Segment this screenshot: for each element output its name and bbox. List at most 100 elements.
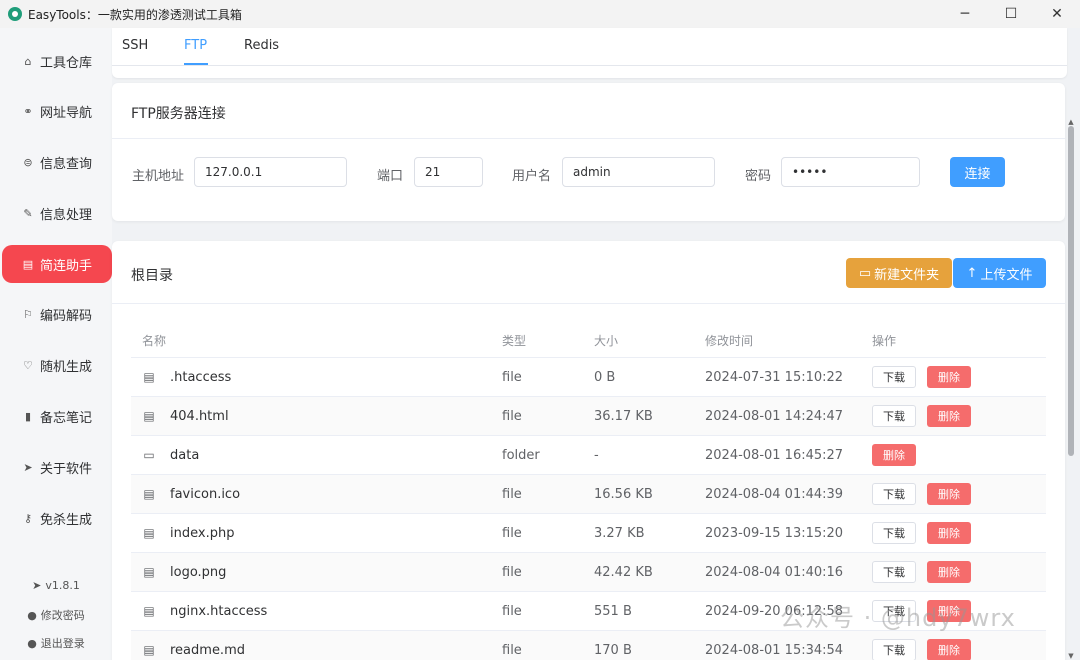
file-name-cell: ▤ .htaccess bbox=[142, 358, 492, 396]
user-icon: ● bbox=[27, 608, 37, 622]
column-name: 名称 bbox=[142, 333, 167, 348]
delete-button[interactable]: 删除 bbox=[927, 405, 971, 427]
download-button[interactable]: 下载 bbox=[872, 483, 916, 505]
column-type: 类型 bbox=[502, 333, 527, 348]
file-modified: 2024-08-01 15:34:54 bbox=[705, 642, 844, 658]
sidebar-item-label: 免杀生成 bbox=[39, 512, 92, 528]
download-button[interactable]: 下载 bbox=[872, 366, 916, 388]
file-type: file bbox=[502, 564, 522, 580]
host-input[interactable] bbox=[194, 157, 347, 187]
file-type: folder bbox=[502, 447, 540, 463]
file-icon: ▤ bbox=[143, 487, 155, 501]
file-actions: 下载 删除 bbox=[872, 475, 1042, 513]
table-row[interactable]: ▤ index.php file 3.27 KB 2023-09-15 13:15:20… bbox=[131, 514, 1046, 553]
file-name: data bbox=[170, 447, 200, 463]
sidebar-item-label: 关于软件 bbox=[39, 461, 92, 477]
current-path: 根目录 bbox=[131, 268, 173, 284]
delete-button[interactable]: 删除 bbox=[927, 366, 971, 388]
sidebar-item-connect-helper[interactable]: ▤ 简连助手 bbox=[2, 245, 112, 283]
new-folder-button[interactable]: ▭ 新建文件夹 bbox=[846, 258, 952, 288]
close-button[interactable]: ✕ bbox=[1034, 0, 1080, 28]
sidebar-item-encode-decode[interactable]: ⚐ 编码解码 bbox=[2, 295, 112, 333]
chat-icon: ♡ bbox=[23, 358, 33, 372]
key-icon: ⚷ bbox=[23, 511, 33, 525]
delete-button[interactable]: 删除 bbox=[872, 444, 916, 466]
sidebar-item-label: 编码解码 bbox=[39, 308, 92, 324]
scroll-thumb[interactable] bbox=[1068, 126, 1074, 456]
sidebar: ⌂ 工具仓库 ⚭ 网址导航 ⊜ 信息查询 ✎ 信息处理 ▤ 简连助手 ⚐ 编码解… bbox=[0, 28, 112, 660]
file-size: 42.42 KB bbox=[594, 564, 653, 580]
sidebar-item-random-gen[interactable]: ♡ 随机生成 bbox=[2, 346, 112, 384]
scrollbar[interactable]: ▲ ▼ bbox=[1067, 118, 1075, 660]
active-tab-indicator bbox=[184, 63, 208, 65]
password-input[interactable] bbox=[781, 157, 920, 187]
sidebar-item-info-process[interactable]: ✎ 信息处理 bbox=[2, 194, 112, 232]
sidebar-item-label: 备忘笔记 bbox=[39, 410, 92, 426]
sidebar-item-label: 信息查询 bbox=[39, 156, 92, 172]
table-row[interactable]: ▤ 404.html file 36.17 KB 2024-08-01 14:24:47… bbox=[131, 397, 1046, 436]
main-content: SSH FTP Redis FTP服务器连接 主机地址 端口 用户名 密码 连接… bbox=[112, 28, 1080, 660]
sidebar-item-label: 工具仓库 bbox=[39, 55, 92, 71]
port-label: 端口 bbox=[377, 169, 404, 184]
sidebar-item-memo[interactable]: ▮ 备忘笔记 bbox=[2, 397, 112, 435]
window-title: EasyTools：一款实用的渗透测试工具箱 bbox=[28, 7, 242, 22]
folder-icon: ▭ bbox=[858, 265, 872, 281]
briefcase-icon: ⌂ bbox=[24, 54, 32, 68]
file-name-cell: ▤ 404.html bbox=[142, 397, 492, 435]
file-name-cell: ▭ data bbox=[142, 436, 492, 474]
protocol-tabs: SSH FTP Redis bbox=[112, 28, 1067, 78]
table-row[interactable]: ▤ readme.md file 170 B 2024-08-01 15:34:54 下载… bbox=[131, 631, 1046, 660]
username-label: 用户名 bbox=[512, 169, 552, 184]
delete-button[interactable]: 删除 bbox=[927, 639, 971, 660]
delete-button[interactable]: 删除 bbox=[927, 522, 971, 544]
download-button[interactable]: 下载 bbox=[872, 405, 916, 427]
scroll-up-icon[interactable]: ▲ bbox=[1067, 118, 1075, 126]
download-button[interactable]: 下载 bbox=[872, 522, 916, 544]
logout-link[interactable]: ● 退出登录 bbox=[0, 635, 112, 651]
sidebar-item-av-bypass[interactable]: ⚷ 免杀生成 bbox=[2, 499, 112, 537]
connection-card: FTP服务器连接 主机地址 端口 用户名 密码 连接 bbox=[112, 83, 1065, 221]
file-icon: ▤ bbox=[143, 565, 155, 579]
tab-ftp[interactable]: FTP bbox=[184, 38, 207, 53]
port-input[interactable] bbox=[414, 157, 483, 187]
change-password-link[interactable]: ● 修改密码 bbox=[0, 607, 112, 623]
column-modified: 修改时间 bbox=[705, 333, 754, 348]
download-button[interactable]: 下载 bbox=[872, 639, 916, 660]
table-row[interactable]: ▤ favicon.ico file 16.56 KB 2024-08-04 01:44… bbox=[131, 475, 1046, 514]
notebook-icon: ▮ bbox=[24, 409, 32, 423]
upload-file-button[interactable]: ↑ 上传文件 bbox=[953, 258, 1046, 288]
file-type: file bbox=[502, 486, 522, 502]
file-actions: 下载 删除 bbox=[872, 358, 1042, 396]
connect-button[interactable]: 连接 bbox=[950, 157, 1005, 187]
tab-redis[interactable]: Redis bbox=[244, 38, 279, 53]
table-row[interactable]: ▤ .htaccess file 0 B 2024-07-31 15:10:22 下载 删除 bbox=[131, 358, 1046, 397]
sidebar-item-tool-repo[interactable]: ⌂ 工具仓库 bbox=[2, 42, 112, 80]
delete-button[interactable]: 删除 bbox=[927, 561, 971, 583]
sidebar-item-label: 简连助手 bbox=[39, 258, 92, 274]
download-button[interactable]: 下载 bbox=[872, 561, 916, 583]
file-type: file bbox=[502, 408, 522, 424]
sidebar-item-info-query[interactable]: ⊜ 信息查询 bbox=[2, 143, 112, 181]
table-row[interactable]: ▤ logo.png file 42.42 KB 2024-08-04 01:40:16… bbox=[131, 553, 1046, 592]
tabs-divider bbox=[112, 65, 1067, 66]
scroll-down-icon[interactable]: ▼ bbox=[1067, 652, 1075, 660]
sidebar-item-about[interactable]: ➤ 关于软件 bbox=[2, 448, 112, 486]
maximize-button[interactable]: ☐ bbox=[988, 0, 1034, 28]
sidebar-item-url-nav[interactable]: ⚭ 网址导航 bbox=[2, 92, 112, 130]
file-name: readme.md bbox=[170, 642, 245, 658]
file-type: file bbox=[502, 369, 522, 385]
version-label: ➤ v1.8.1 bbox=[32, 579, 80, 592]
table-row[interactable]: ▭ data folder - 2024-08-01 16:45:27 删除 bbox=[131, 436, 1046, 475]
app-logo-icon bbox=[8, 7, 22, 21]
file-size: 3.27 KB bbox=[594, 525, 645, 541]
file-modified: 2024-08-04 01:40:16 bbox=[705, 564, 844, 580]
minimize-button[interactable]: ─ bbox=[942, 0, 988, 28]
file-actions: 下载 删除 bbox=[872, 514, 1042, 552]
file-name: nginx.htaccess bbox=[170, 603, 268, 619]
connection-title: FTP服务器连接 bbox=[131, 106, 226, 122]
file-actions: 删除 bbox=[872, 436, 1042, 474]
username-input[interactable] bbox=[562, 157, 715, 187]
flag-icon: ⚐ bbox=[23, 307, 33, 321]
delete-button[interactable]: 删除 bbox=[927, 483, 971, 505]
tab-ssh[interactable]: SSH bbox=[122, 38, 148, 53]
